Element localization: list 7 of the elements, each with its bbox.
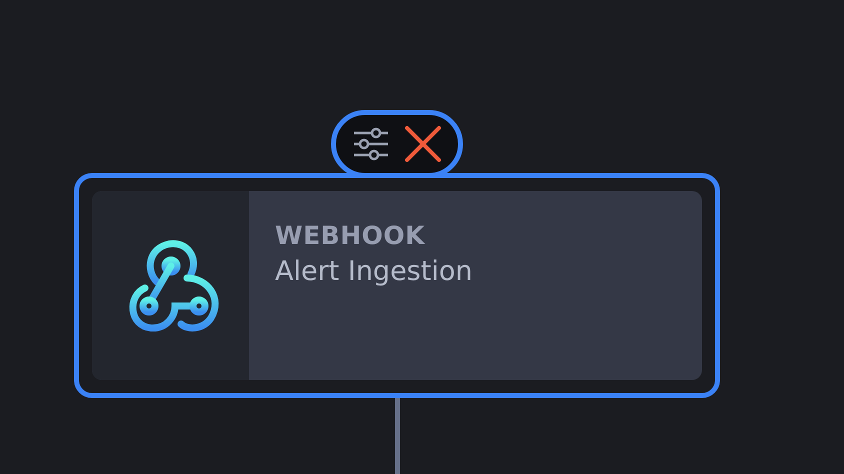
node-title: Alert Ingestion [275,256,472,287]
close-button[interactable] [404,125,442,163]
sliders-icon [352,127,390,161]
node-type-label: WEBHOOK [275,221,426,250]
settings-button[interactable] [352,127,390,161]
webhook-node[interactable]: WEBHOOK Alert Ingestion [74,173,720,398]
close-icon [404,125,442,163]
